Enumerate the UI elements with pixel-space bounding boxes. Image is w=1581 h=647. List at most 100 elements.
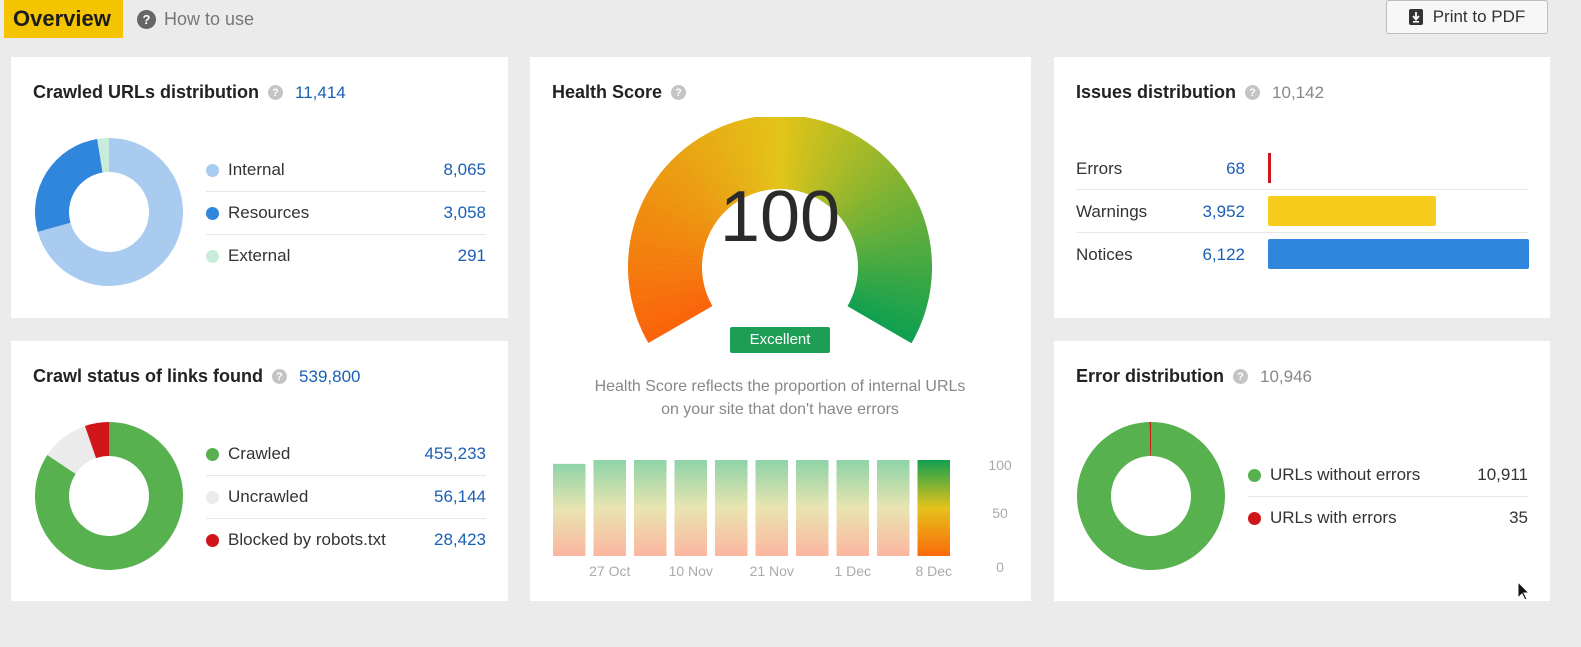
issue-row-errors[interactable]: Errors 68 — [1076, 147, 1528, 190]
error-distribution-legend: URLs without errors 10,911 URLs with err… — [1248, 454, 1528, 539]
issue-value[interactable]: 68 — [1226, 159, 1245, 179]
donut-slice[interactable] — [35, 138, 103, 232]
mouse-cursor-icon — [1517, 581, 1531, 601]
y-tick-label: 0 — [996, 559, 1004, 575]
crawl-status-donut — [35, 422, 183, 570]
error-distribution-title-row: Error distribution ? 10,946 — [1076, 366, 1312, 387]
crawl-status-title: Crawl status of links found — [33, 366, 264, 386]
legend-item-external[interactable]: External 291 — [206, 235, 486, 277]
top-bar: Overview ? How to use Print to PDF — [0, 0, 1581, 46]
legend-dot — [206, 163, 219, 177]
legend-label: Crawled — [228, 444, 291, 463]
legend-item-internal[interactable]: Internal 8,065 — [206, 149, 486, 192]
issue-row-warnings[interactable]: Warnings 3,952 — [1076, 190, 1528, 233]
overview-tab[interactable]: Overview — [4, 0, 123, 38]
legend-value[interactable]: 56,144 — [434, 487, 486, 507]
legend-label: URLs without errors — [1270, 465, 1421, 484]
x-tick-label: 27 Oct — [589, 563, 630, 579]
issues-card: Issues distribution ? 10,142 Errors 68 W… — [1054, 57, 1550, 318]
chart-bar[interactable] — [917, 460, 951, 556]
issue-label: Warnings — [1076, 202, 1148, 221]
issues-list: Errors 68 Warnings 3,952 Notices 6,122 — [1076, 147, 1529, 275]
legend-item-without-errors[interactable]: URLs without errors 10,911 — [1248, 454, 1528, 497]
chart-bar[interactable] — [715, 460, 748, 556]
error-distribution-title: Error distribution — [1076, 366, 1224, 386]
chart-bar[interactable] — [836, 460, 870, 556]
crawl-status-legend: Crawled 455,233 Uncrawled 56,144 Blocked… — [206, 433, 486, 561]
error-distribution-card: Error distribution ? 10,946 URLs without… — [1054, 341, 1550, 601]
legend-item-uncrawled[interactable]: Uncrawled 56,144 — [206, 476, 486, 519]
download-icon — [1408, 9, 1423, 25]
legend-value[interactable]: 10,911 — [1477, 465, 1528, 485]
issue-bar — [1268, 239, 1529, 269]
legend-dot — [206, 206, 219, 220]
health-score-description: Health Score reflects the proportion of … — [530, 375, 1030, 421]
legend-value[interactable]: 3,058 — [443, 203, 486, 223]
issue-label: Errors — [1076, 159, 1123, 178]
help-icon[interactable]: ? — [1233, 369, 1248, 384]
legend-item-resources[interactable]: Resources 3,058 — [206, 192, 486, 235]
x-tick-label: 1 Dec — [834, 563, 871, 579]
x-tick-label: 10 Nov — [669, 563, 713, 579]
crawl-status-total[interactable]: 539,800 — [299, 367, 360, 387]
health-status-badge: Excellent — [730, 327, 830, 353]
legend-dot — [206, 490, 219, 504]
issue-bar — [1268, 153, 1271, 183]
print-to-pdf-button[interactable]: Print to PDF — [1386, 0, 1548, 34]
help-icon[interactable]: ? — [1245, 85, 1261, 100]
legend-value[interactable]: 291 — [458, 246, 486, 266]
help-icon[interactable]: ? — [671, 85, 687, 100]
health-score-value: 100 — [719, 177, 841, 257]
chart-bar[interactable] — [877, 460, 910, 556]
chart-bar[interactable] — [796, 460, 829, 556]
health-score-title-row: Health Score ? — [552, 82, 687, 103]
error-distribution-donut — [1077, 422, 1225, 570]
y-tick-label: 100 — [988, 457, 1012, 473]
legend-item-blocked[interactable]: Blocked by robots.txt 28,423 — [206, 519, 486, 561]
chart-bar[interactable] — [593, 460, 627, 556]
health-score-title: Health Score — [552, 82, 663, 102]
description-line: Health Score reflects the proportion of … — [594, 378, 966, 395]
crawled-urls-legend: Internal 8,065 Resources 3,058 External … — [206, 149, 486, 277]
issue-label: Notices — [1076, 245, 1133, 264]
crawled-urls-title: Crawled URLs distribution — [33, 82, 260, 102]
health-history-chart: 0 50 100 27 Oct 10 Nov 21 Nov 1 Dec 8 Dec — [553, 457, 1012, 579]
legend-label: URLs with errors — [1270, 508, 1397, 527]
crawl-status-title-row: Crawl status of links found ? 539,800 — [33, 366, 360, 387]
legend-dot — [206, 533, 219, 547]
issues-title: Issues distribution — [1076, 82, 1237, 102]
crawled-urls-total[interactable]: 11,414 — [295, 83, 346, 103]
issues-total: 10,142 — [1272, 82, 1325, 102]
help-icon[interactable]: ? — [268, 85, 284, 100]
legend-value[interactable]: 455,233 — [425, 444, 486, 464]
legend-label: Blocked by robots.txt — [228, 530, 386, 549]
legend-value[interactable]: 35 — [1509, 508, 1528, 528]
print-to-pdf-label: Print to PDF — [1432, 7, 1526, 26]
y-tick-label: 50 — [992, 505, 1008, 521]
legend-dot — [1248, 511, 1261, 525]
legend-dot — [206, 447, 219, 461]
chart-bar[interactable] — [674, 460, 708, 556]
crawl-status-card: Crawl status of links found ? 539,800 Cr… — [11, 341, 508, 601]
issues-title-row: Issues distribution ? 10,142 — [1076, 82, 1324, 103]
legend-item-crawled[interactable]: Crawled 455,233 — [206, 433, 486, 476]
legend-label: Resources — [228, 203, 310, 222]
legend-dot — [206, 249, 219, 263]
legend-item-with-errors[interactable]: URLs with errors 35 — [1248, 497, 1528, 539]
chart-bar[interactable] — [553, 463, 586, 556]
legend-value[interactable]: 8,065 — [443, 160, 486, 180]
chart-bar[interactable] — [634, 460, 667, 556]
help-icon[interactable]: ? — [272, 369, 288, 384]
issue-value[interactable]: 3,952 — [1202, 202, 1245, 222]
issue-row-notices[interactable]: Notices 6,122 — [1076, 233, 1529, 275]
issue-value[interactable]: 6,122 — [1202, 245, 1245, 265]
legend-label: Internal — [228, 160, 285, 179]
how-to-use-label: How to use — [164, 9, 255, 29]
how-to-use-link[interactable]: ? How to use — [137, 9, 254, 30]
x-tick-label: 21 Nov — [750, 563, 794, 579]
crawled-urls-card: Crawled URLs distribution ? 11,414 Inter… — [11, 57, 508, 318]
error-distribution-total: 10,946 — [1260, 366, 1312, 386]
chart-bar[interactable] — [755, 460, 789, 556]
legend-value[interactable]: 28,423 — [434, 530, 486, 550]
description-line: on your site that don't have errors — [661, 401, 899, 418]
